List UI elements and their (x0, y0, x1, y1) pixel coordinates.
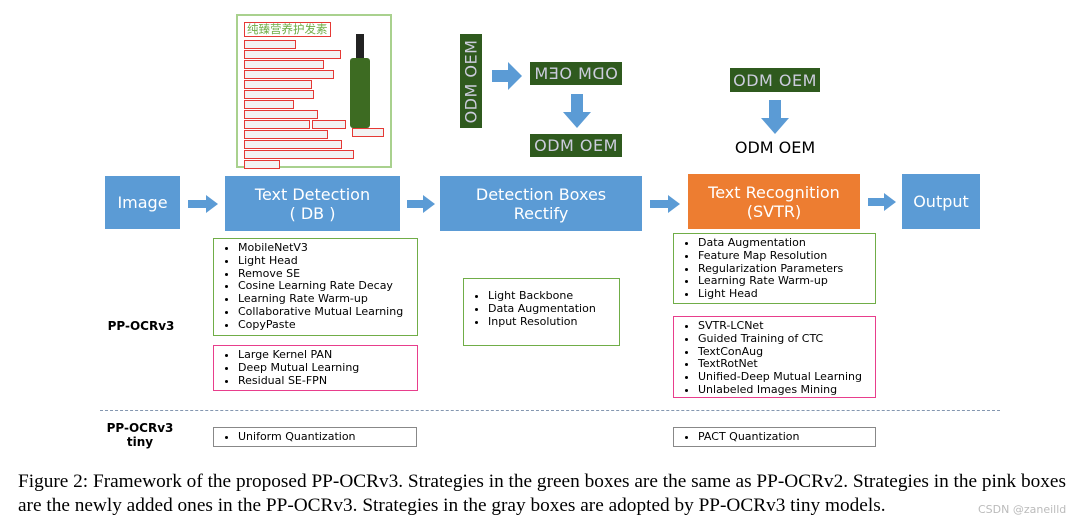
recognition-green-box: Data Augmentation Feature Map Resolution… (673, 233, 876, 304)
strategy-item: Large Kernel PAN (238, 348, 417, 362)
strategy-item: CopyPaste (238, 318, 417, 332)
strategy-item: Data Augmentation (698, 236, 875, 250)
figure-caption: Figure 2: Framework of the proposed PP-O… (18, 471, 1066, 516)
strategy-item: PACT Quantization (698, 430, 875, 444)
text-recognition-block: Text Recognition (SVTR) (688, 174, 860, 229)
watermark: CSDN @zaneilld (978, 503, 1067, 516)
strategy-item: Data Augmentation (488, 302, 619, 316)
text-detection-block: Text Detection( DB ) (225, 176, 400, 231)
product-image-example: 纯臻营养护发素 (236, 14, 392, 169)
arrow-right-icon (407, 195, 435, 213)
detection-green-box: MobileNetV3 Light Head Remove SE Cosine … (213, 238, 418, 336)
arrow-right-icon (650, 195, 680, 213)
recognition-gray-box: PACT Quantization (673, 427, 876, 447)
strategy-item: SVTR-LCNet (698, 319, 875, 333)
dashed-divider (100, 410, 1000, 411)
recognition-result: ODM OEM (734, 138, 816, 157)
strategy-item: Light Head (698, 287, 875, 301)
pp-ocrv3-label: PP-OCRv3 (107, 319, 175, 333)
detection-gray-box: Uniform Quantization (213, 427, 417, 447)
strategy-item: Collaborative Mutual Learning (238, 305, 417, 319)
arrow-right-icon (492, 62, 522, 90)
strategy-item: MobileNetV3 (238, 241, 417, 255)
strategy-item: Light Head (238, 254, 417, 268)
strategy-item: Input Resolution (488, 315, 619, 329)
rectify-green-box: Light Backbone Data Augmentation Input R… (463, 278, 620, 346)
crop-rectified: ODM OEM (530, 134, 622, 157)
arrow-down-icon (761, 100, 789, 134)
strategy-item: Uniform Quantization (238, 430, 416, 444)
strategy-item: Feature Map Resolution (698, 249, 875, 263)
arrow-right-icon (868, 193, 896, 211)
detection-pink-box: Large Kernel PAN Deep Mutual Learning Re… (213, 345, 418, 391)
figure: 纯臻营养护发素 ODM OEM ODM OEM ODM OEM ODM OEM … (0, 0, 1084, 527)
strategy-item: Residual SE-FPN (238, 374, 417, 388)
recognition-input: ODM OEM (730, 68, 820, 92)
strategy-item: Light Backbone (488, 289, 619, 303)
bottle-icon (356, 34, 364, 60)
strategy-item: Guided Training of CTC (698, 332, 875, 346)
pp-ocrv3-tiny-label: PP-OCRv3 tiny (106, 421, 174, 449)
image-block: Image (105, 176, 180, 229)
product-title: 纯臻营养护发素 (244, 22, 331, 37)
output-block: Output (902, 174, 980, 229)
detection-boxes-rectify-block: Detection Boxes Rectify (440, 176, 642, 231)
arrow-down-icon (563, 94, 591, 128)
crop-mirrored: ODM OEM (530, 62, 622, 85)
recognition-pink-box: SVTR-LCNet Guided Training of CTC TextCo… (673, 316, 876, 398)
strategy-item: Deep Mutual Learning (238, 361, 417, 375)
crop-vertical: ODM OEM (460, 34, 482, 128)
arrow-right-icon (188, 195, 218, 213)
strategy-item: Unlabeled Images Mining (698, 383, 875, 397)
